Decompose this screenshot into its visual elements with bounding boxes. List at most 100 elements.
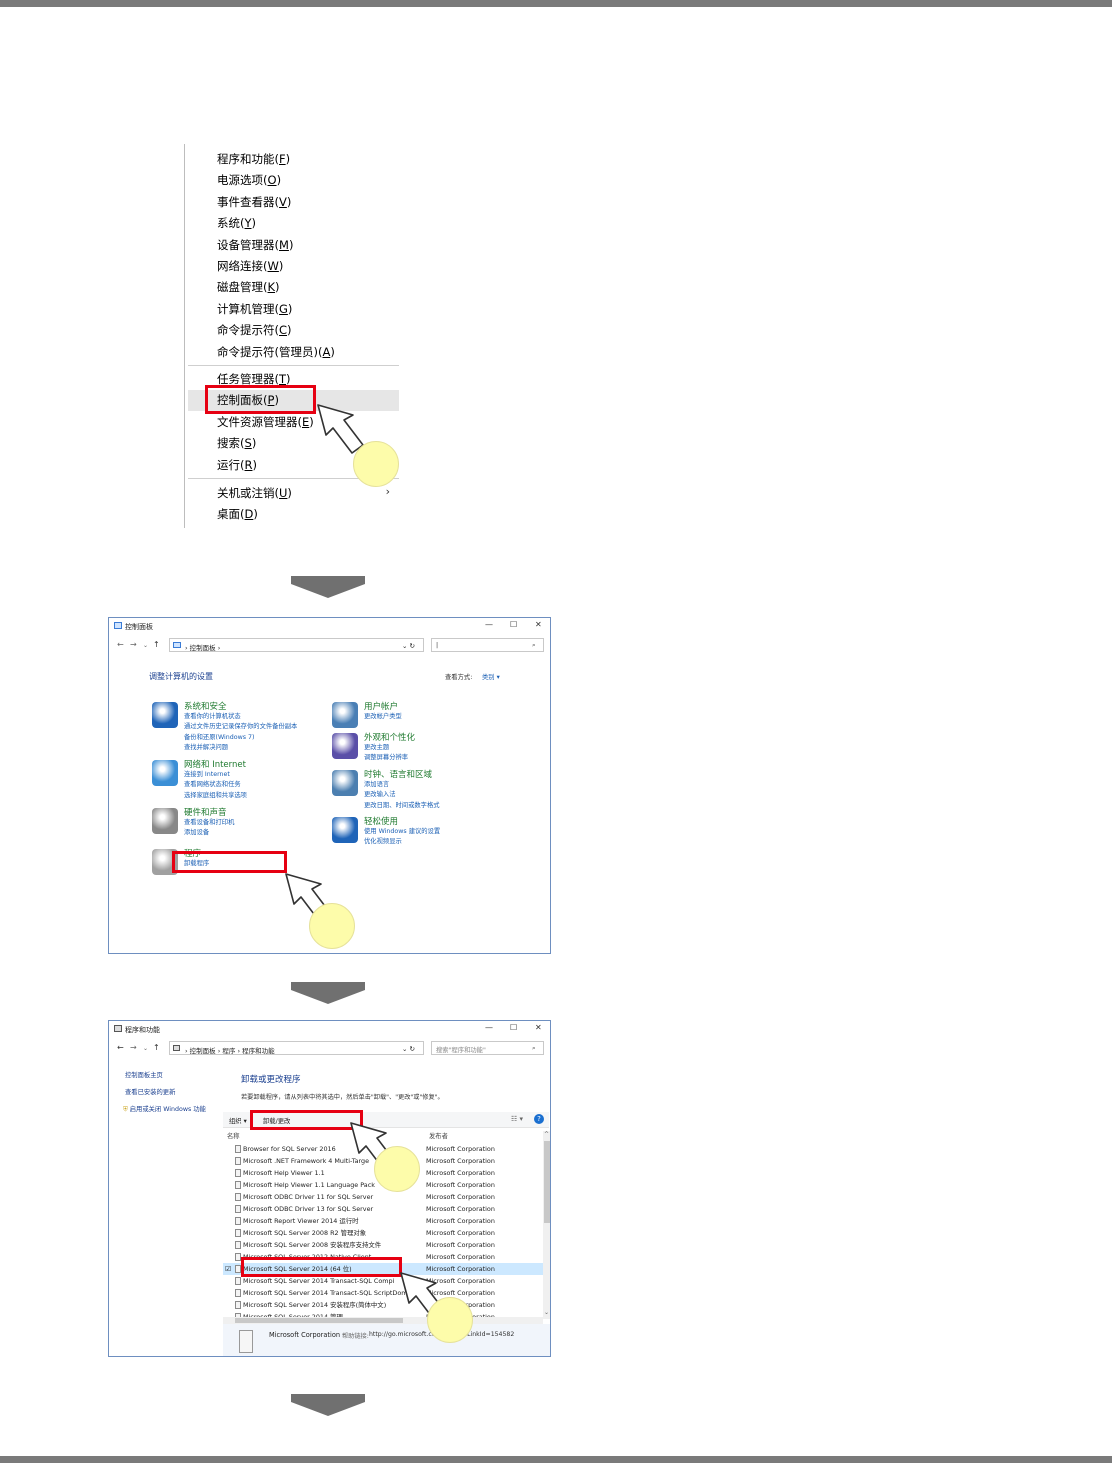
scroll-down-icon[interactable]: ⌄	[544, 1309, 549, 1316]
category-link[interactable]: 更改日期、时间或数字格式	[364, 801, 440, 811]
category-link[interactable]: 调整屏幕分辨率	[364, 753, 408, 763]
program-name: Microsoft SQL Server 2008 R2 管理对象	[243, 1229, 367, 1237]
menu-item[interactable]: 关机或注销(U)	[217, 486, 292, 500]
menu-item[interactable]: 网络连接(W)	[217, 259, 283, 273]
category-icon[interactable]	[152, 702, 178, 728]
category-link[interactable]: 更改主题	[364, 743, 389, 753]
breadcrumb-item[interactable]: 控制面板	[190, 644, 216, 652]
sidebar-link[interactable]: ⛨ 启用或关闭 Windows 功能	[123, 1104, 206, 1114]
menu-item[interactable]: 命令提示符(C)	[217, 323, 292, 337]
chevron-down-icon[interactable]: ⌄	[143, 1045, 148, 1052]
category-title[interactable]: 外观和个性化	[364, 731, 415, 743]
category-link[interactable]: 添加设备	[184, 828, 209, 838]
category-title[interactable]: 轻松使用	[364, 815, 398, 827]
table-row[interactable]: Microsoft SQL Server 2008 R2 管理对象 Microso…	[223, 1227, 543, 1239]
category-title[interactable]: 系统和安全	[184, 700, 227, 712]
vertical-scrollbar[interactable]: ^ ⌄	[543, 1131, 550, 1319]
search-input[interactable]: 搜索"程序和功能" ⌕	[431, 1041, 544, 1055]
up-arrow-icon[interactable]: ↑	[153, 1043, 160, 1052]
menu-item[interactable]: 设备管理器(M)	[217, 238, 293, 252]
table-row[interactable]: Microsoft ODBC Driver 11 for SQL Server M…	[223, 1191, 543, 1203]
category-link[interactable]: 使用 Windows 建议的设置	[364, 827, 440, 837]
minimize-button[interactable]: —	[485, 620, 493, 629]
category-icon[interactable]	[332, 702, 358, 728]
category-link[interactable]: 更改帐户类型	[364, 712, 402, 722]
menu-item[interactable]: 磁盘管理(K)	[217, 280, 280, 294]
maximize-button[interactable]: ☐	[510, 620, 517, 629]
category-link[interactable]: 连接到 Internet	[184, 770, 230, 780]
menu-item[interactable]: 桌面(D)	[217, 507, 258, 521]
table-row[interactable]: Microsoft Report Viewer 2014 运行时 Microsof…	[223, 1215, 543, 1227]
sidebar-link[interactable]: 查看已安装的更新	[125, 1087, 175, 1096]
view-options-icon[interactable]: ☷ ▾	[511, 1115, 523, 1123]
horizontal-scrollbar[interactable]	[223, 1317, 543, 1324]
table-row[interactable]: Microsoft ODBC Driver 13 for SQL Server M…	[223, 1203, 543, 1215]
chevron-down-icon[interactable]: ⌄	[143, 642, 148, 649]
table-row[interactable]: Microsoft SQL Server 2014 Transact-SQL S…	[223, 1287, 543, 1299]
category-link[interactable]: 更改输入法	[364, 790, 395, 800]
category-link[interactable]: 查看设备和打印机	[184, 818, 234, 828]
help-icon[interactable]: ?	[534, 1114, 544, 1124]
category-link[interactable]: 备份和还原(Windows 7)	[184, 733, 255, 743]
category-title[interactable]: 用户帐户	[364, 700, 398, 712]
category-icon[interactable]	[152, 760, 178, 786]
view-by-dropdown[interactable]: 类别 ▾	[482, 672, 500, 681]
column-header-publisher[interactable]: 发布者	[429, 1131, 448, 1140]
forward-arrow-icon[interactable]: →	[130, 1043, 137, 1052]
column-header-name[interactable]: 名称	[227, 1131, 240, 1140]
row-checkbox[interactable]: ☑	[225, 1263, 231, 1275]
menu-item[interactable]: 命令提示符(管理员)(A)	[217, 345, 335, 359]
menu-item[interactable]: 文件资源管理器(E)	[217, 415, 314, 429]
menu-item[interactable]: 电源选项(O)	[217, 173, 281, 187]
category-icon[interactable]	[152, 808, 178, 834]
breadcrumb-item[interactable]: 程序	[222, 1047, 235, 1055]
address-bar[interactable]: › 控制面板 › ⌄ ↻	[169, 638, 424, 652]
category-icon[interactable]	[332, 770, 358, 796]
refresh-icon[interactable]: ⌄ ↻	[402, 642, 415, 650]
up-arrow-icon[interactable]: ↑	[153, 640, 160, 649]
category-link[interactable]: 查看网络状态和任务	[184, 780, 241, 790]
menu-item[interactable]: 任务管理器(T)	[217, 372, 291, 386]
maximize-button[interactable]: ☐	[510, 1023, 517, 1032]
back-arrow-icon[interactable]: ←	[117, 640, 124, 649]
category-link[interactable]: 查看你的计算机状态	[184, 712, 241, 722]
scroll-thumb[interactable]	[544, 1141, 550, 1223]
category-title[interactable]: 网络和 Internet	[184, 758, 246, 770]
category-title[interactable]: 时钟、语言和区域	[364, 768, 432, 780]
search-icon[interactable]: ⌕	[532, 1045, 536, 1053]
breadcrumb-item[interactable]: 控制面板	[190, 1047, 216, 1055]
category-link[interactable]: 选择家庭组和共享选项	[184, 791, 247, 801]
close-button[interactable]: ✕	[535, 1023, 542, 1032]
address-bar[interactable]: › 控制面板 › 程序 › 程序和功能 ⌄ ↻	[169, 1041, 424, 1055]
category-link[interactable]: 优化视频显示	[364, 837, 402, 847]
menu-item[interactable]: 搜索(S)	[217, 436, 256, 450]
close-button[interactable]: ✕	[535, 620, 542, 629]
category-link[interactable]: 查找并解决问题	[184, 743, 228, 753]
category-icon[interactable]	[332, 817, 358, 843]
table-row[interactable]: Microsoft SQL Server 2008 安装程序支持文件 Micros…	[223, 1239, 543, 1251]
scroll-up-icon[interactable]: ^	[544, 1131, 549, 1138]
menu-item[interactable]: 运行(R)	[217, 458, 257, 472]
back-arrow-icon[interactable]: ←	[117, 1043, 124, 1052]
program-publisher: Microsoft Corporation	[426, 1215, 495, 1227]
search-input[interactable]: | ⌕	[431, 638, 544, 652]
table-row[interactable]: Microsoft SQL Server 2014 安装程序(简体中文)Micr…	[223, 1299, 543, 1311]
forward-arrow-icon[interactable]: →	[130, 640, 137, 649]
category-link[interactable]: 通过文件历史记录保存你的文件备份副本	[184, 722, 297, 732]
category-icon[interactable]	[332, 733, 358, 759]
scroll-thumb[interactable]	[235, 1318, 403, 1323]
programs-icon	[114, 1025, 122, 1032]
menu-item[interactable]: 计算机管理(G)	[217, 302, 292, 316]
sidebar-link[interactable]: 控制面板主页	[125, 1070, 163, 1079]
menu-item[interactable]: 系统(Y)	[217, 216, 256, 230]
breadcrumb-item[interactable]: 程序和功能	[242, 1047, 275, 1055]
category-link[interactable]: 添加语言	[364, 780, 389, 790]
search-icon[interactable]: ⌕	[532, 642, 536, 650]
minimize-button[interactable]: —	[485, 1023, 493, 1032]
details-publisher: Microsoft Corporation	[269, 1331, 341, 1339]
refresh-icon[interactable]: ⌄ ↻	[402, 1045, 415, 1053]
category-title[interactable]: 硬件和声音	[184, 806, 227, 818]
menu-item[interactable]: 程序和功能(F)	[217, 152, 290, 166]
menu-item[interactable]: 事件查看器(V)	[217, 195, 291, 209]
organize-button[interactable]: 组织 ▾	[229, 1116, 247, 1125]
